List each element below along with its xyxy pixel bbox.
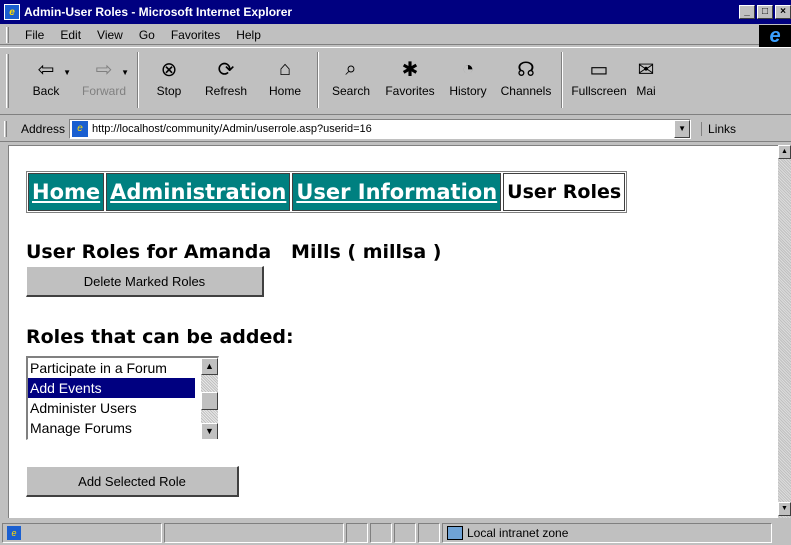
standard-toolbar: ⇦ Back ▼ ⇨ Forward ▼ ⊗ Stop ⟳ Refresh ⌂ Home ⌕ Search… [0, 47, 791, 115]
page-vertical-scrollbar[interactable]: ▲ ▼ [778, 145, 791, 518]
mai-button[interactable]: ✉ Mai [631, 48, 661, 110]
page-status-icon: e [7, 525, 21, 540]
mail-icon: ✉ [637, 58, 655, 81]
menu-favorites[interactable]: Favorites [163, 28, 228, 42]
channels-icon: ☊ [517, 58, 535, 81]
menu-go[interactable]: Go [131, 28, 163, 42]
list-item[interactable]: Manage Forums [28, 418, 195, 438]
menu-edit[interactable]: Edit [52, 28, 89, 42]
listbox-scrollbar[interactable]: ▲ ▼ [201, 358, 218, 439]
page-content: Home Administration User Information Use… [8, 145, 778, 518]
scroll-thumb[interactable] [201, 392, 218, 410]
search-label: Search [331, 84, 371, 98]
menu-bar: File Edit View Go Favorites Help [0, 25, 791, 45]
list-item-selected[interactable]: Add Events [28, 378, 195, 398]
toolbar-separator [561, 52, 563, 108]
stop-icon: ⊗ [160, 58, 178, 81]
refresh-icon: ⟳ [217, 58, 235, 81]
history-icon: ◔ [461, 57, 475, 80]
address-bar: Address e http://localhost/community/Adm… [0, 116, 791, 142]
address-url[interactable]: http://localhost/community/Admin/userrol… [92, 123, 372, 135]
back-label: Back [32, 84, 60, 98]
toolbar-separator [137, 52, 139, 108]
back-button[interactable]: ⇦ Back ▼ [17, 48, 75, 110]
forward-label: Forward [81, 84, 126, 98]
scroll-down-icon[interactable]: ▼ [201, 423, 218, 439]
intranet-zone-icon [447, 525, 463, 540]
status-panel [418, 522, 440, 543]
menu-file[interactable]: File [17, 28, 52, 42]
address-label: Address [21, 121, 66, 136]
fullscreen-button[interactable]: ▭ Fullscreen [567, 48, 631, 110]
search-icon: ⌕ [345, 57, 357, 80]
favorites-label: Favorites [385, 84, 435, 98]
nav-user-information[interactable]: User Information [292, 173, 502, 211]
forward-button[interactable]: ⇨ Forward ▼ [75, 48, 133, 110]
roles-listbox[interactable]: Participate in a Forum Add Events Admini… [26, 356, 219, 440]
nav-user-information-link[interactable]: User Information [296, 180, 497, 204]
address-input[interactable]: e http://localhost/community/Admin/userr… [69, 118, 692, 139]
home-label: Home [268, 84, 301, 98]
close-button[interactable]: × [775, 5, 791, 19]
title-bar: e Admin-User Roles - Microsoft Internet … [0, 0, 791, 24]
nav-home[interactable]: Home [28, 173, 105, 211]
channels-label: Channels [500, 84, 552, 98]
home-button[interactable]: ⌂ Home [257, 48, 313, 110]
channels-button[interactable]: ☊ Channels [495, 48, 557, 110]
delete-marked-roles-button[interactable]: Delete Marked Roles [26, 266, 264, 297]
nav-administration[interactable]: Administration [106, 173, 291, 211]
status-progress-panel [164, 522, 344, 543]
links-button[interactable]: Links [701, 121, 736, 136]
menu-help[interactable]: Help [228, 28, 269, 42]
page-title: User Roles for Amanda Mills ( millsa ) [26, 241, 442, 263]
window-title: Admin-User Roles - Microsoft Internet Ex… [24, 5, 293, 19]
list-item[interactable]: Participate in a Forum [28, 358, 195, 378]
scroll-up-icon[interactable]: ▲ [778, 145, 791, 159]
security-zone-label: Local intranet zone [467, 525, 569, 540]
page-icon: e [72, 120, 89, 137]
fullscreen-icon: ▭ [589, 58, 609, 81]
scroll-up-icon[interactable]: ▲ [201, 358, 218, 375]
ie-throbber-logo: e [759, 25, 791, 47]
favorites-button[interactable]: ✱ Favorites [379, 48, 441, 110]
list-item[interactable]: Administer Users [28, 398, 195, 418]
security-zone-panel: Local intranet zone [442, 522, 772, 543]
toolbar-grip[interactable] [6, 54, 9, 108]
ie-app-icon[interactable]: e [4, 4, 20, 20]
stop-button[interactable]: ⊗ Stop [143, 48, 195, 110]
status-panel [370, 522, 392, 543]
dropdown-arrow-icon[interactable]: ▼ [63, 68, 71, 77]
address-grip[interactable] [4, 120, 7, 137]
status-panel [394, 522, 416, 543]
addable-roles-heading: Roles that can be added: [26, 326, 294, 348]
address-dropdown-button[interactable]: ▼ [674, 119, 691, 138]
restore-button[interactable]: □ [757, 5, 773, 19]
forward-arrow-icon: ⇨ [95, 58, 113, 81]
history-label: History [449, 84, 487, 98]
breadcrumb-nav: Home Administration User Information Use… [26, 171, 628, 213]
stop-label: Stop [156, 84, 182, 98]
status-panel [346, 522, 368, 543]
add-selected-role-button[interactable]: Add Selected Role [26, 466, 239, 497]
nav-user-roles-current: User Roles [503, 173, 626, 211]
history-button[interactable]: ◔ History [441, 48, 495, 110]
search-button[interactable]: ⌕ Search [323, 48, 379, 110]
mai-label: Mai [636, 84, 656, 98]
favorites-icon: ✱ [401, 58, 419, 81]
refresh-label: Refresh [204, 84, 248, 98]
status-bar: e Local intranet zone [0, 520, 791, 545]
back-arrow-icon: ⇦ [37, 58, 55, 81]
refresh-button[interactable]: ⟳ Refresh [195, 48, 257, 110]
menu-grip[interactable] [6, 26, 9, 43]
scroll-down-icon[interactable]: ▼ [778, 502, 791, 516]
home-icon: ⌂ [278, 57, 292, 80]
minimize-button[interactable]: _ [739, 5, 755, 19]
status-main-panel: e [2, 522, 162, 543]
nav-home-link[interactable]: Home [32, 180, 100, 204]
menu-view[interactable]: View [89, 28, 131, 42]
toolbar-separator [317, 52, 319, 108]
fullscreen-label: Fullscreen [571, 84, 627, 98]
dropdown-arrow-icon[interactable]: ▼ [121, 68, 129, 77]
nav-administration-link[interactable]: Administration [110, 180, 286, 204]
